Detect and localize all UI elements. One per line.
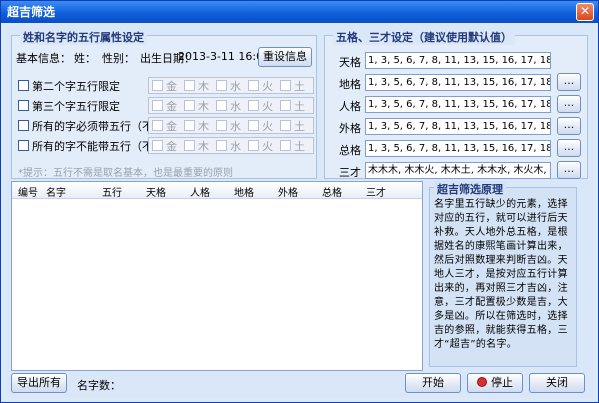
close-button[interactable]: 关闭	[529, 373, 585, 393]
wuge-more-button[interactable]: ...	[557, 73, 581, 91]
row-checkbox[interactable]	[18, 100, 29, 111]
element-checkbox[interactable]	[280, 140, 291, 151]
column-header[interactable]: 天格	[146, 184, 166, 199]
wuge-group-title: 五格、三才设定（建议使用默认值）	[333, 29, 515, 45]
wuge-row-label: 三才	[339, 166, 361, 179]
stop-icon	[477, 377, 487, 387]
row-label: 第二个字五行限定	[32, 80, 120, 93]
column-header[interactable]: 总格	[322, 184, 342, 199]
element-checkbox[interactable]	[184, 80, 195, 91]
element-checkbox[interactable]	[152, 120, 163, 131]
row-checkbox[interactable]	[18, 80, 29, 91]
element-label: 土	[294, 120, 305, 133]
wuge-value-input[interactable]: 木木木, 木木火, 木木土, 木木水, 木火木, 木火火, 木	[365, 162, 551, 179]
element-label: 土	[294, 80, 305, 93]
element-label: 水	[230, 140, 241, 153]
element-label: 金	[166, 120, 177, 133]
hint-text: *提示：五行不需是取名基本，也是最重要的原则	[18, 168, 233, 179]
column-header[interactable]: 编号	[18, 184, 38, 199]
element-checkbox[interactable]	[280, 80, 291, 91]
wuge-more-button[interactable]: ...	[557, 117, 581, 135]
element-checkbox[interactable]	[280, 100, 291, 111]
element-label: 金	[166, 140, 177, 153]
element-checkbox[interactable]	[248, 120, 259, 131]
wuge-row-label: 地格	[339, 78, 361, 91]
five-elements-group-title: 姓和名字的五行属性设定	[20, 29, 147, 45]
element-label: 火	[262, 100, 273, 113]
element-checkbox[interactable]	[216, 100, 227, 111]
results-table[interactable]: 编号 名字 五行 天格 人格 地格 外格 总格 三才	[11, 181, 423, 371]
element-checkbox[interactable]	[184, 100, 195, 111]
wuge-value-input[interactable]: 1, 3, 5, 6, 7, 8, 11, 13, 15, 16, 17, 18…	[365, 118, 551, 135]
wuge-value-input[interactable]: 1, 3, 5, 6, 7, 8, 11, 13, 15, 16, 17, 18…	[365, 96, 551, 113]
element-checkbox[interactable]	[216, 120, 227, 131]
column-header[interactable]: 三才	[366, 184, 386, 199]
results-table-header: 编号 名字 五行 天格 人格 地格 外格 总格 三才	[12, 182, 422, 199]
element-label: 水	[230, 100, 241, 113]
surname-label: 姓：	[74, 52, 96, 65]
element-label: 木	[198, 100, 209, 113]
basic-info-label: 基本信息：	[16, 52, 71, 65]
export-all-button[interactable]: 导出所有	[11, 373, 67, 393]
wuge-row-label: 人格	[339, 100, 361, 113]
gender-label: 性别：	[102, 52, 135, 65]
wuge-row-label: 总格	[339, 144, 361, 157]
element-checkbox[interactable]	[248, 80, 259, 91]
wuge-value-input[interactable]: 1, 3, 5, 6, 7, 8, 11, 13, 15, 16, 17, 18…	[365, 74, 551, 91]
column-header[interactable]: 外格	[278, 184, 298, 199]
element-checkbox[interactable]	[184, 140, 195, 151]
wuge-value-input[interactable]: 1, 3, 5, 6, 7, 8, 11, 13, 15, 16, 17, 18…	[365, 52, 551, 69]
row-checkbox[interactable]	[18, 140, 29, 151]
close-window-icon[interactable]: ✕	[576, 3, 594, 21]
start-button[interactable]: 开始	[405, 373, 461, 393]
element-checkbox[interactable]	[248, 100, 259, 111]
wuge-row-label: 天格	[339, 56, 361, 69]
element-checkbox[interactable]	[184, 120, 195, 131]
element-checkbox[interactable]	[248, 140, 259, 151]
wuge-more-button[interactable]: ...	[557, 139, 581, 157]
element-label: 土	[294, 100, 305, 113]
row-checkbox[interactable]	[18, 120, 29, 131]
element-checkbox[interactable]	[152, 100, 163, 111]
element-label: 木	[198, 120, 209, 133]
row-label: 第三个字五行限定	[32, 100, 120, 113]
client-area: 姓和名字的五行属性设定 基本信息： 姓： 性别： 出生日期： 2013-3-11…	[5, 25, 594, 398]
principle-title: 超吉筛选原理	[434, 181, 506, 197]
window-title: 超吉筛选	[7, 5, 56, 19]
element-label: 火	[262, 120, 273, 133]
reset-info-button[interactable]: 重设信息	[258, 47, 312, 67]
wuge-value-input[interactable]: 1, 3, 5, 6, 7, 8, 11, 13, 15, 16, 17, 18…	[365, 140, 551, 157]
app-window: 超吉筛选 ✕ 姓和名字的五行属性设定 基本信息： 姓： 性别： 出生日期： 20…	[0, 0, 599, 403]
wuge-more-button[interactable]: ...	[557, 95, 581, 113]
wuge-row-label: 外格	[339, 122, 361, 135]
element-label: 金	[166, 80, 177, 93]
principle-text: 名字里五行缺少的元素，选择对应的五行，就可以进行后天补救。天人地外总五格，是根据…	[434, 199, 568, 350]
column-header[interactable]: 人格	[190, 184, 210, 199]
principle-panel: 超吉筛选原理 名字里五行缺少的元素，选择对应的五行，就可以进行后天补救。天人地外…	[429, 181, 577, 367]
element-checkbox[interactable]	[152, 80, 163, 91]
name-count-label: 名字数：	[77, 379, 121, 392]
wuge-more-button[interactable]: ...	[557, 161, 581, 179]
element-label: 火	[262, 80, 273, 93]
stop-button[interactable]: 停止	[467, 373, 523, 393]
column-header[interactable]: 地格	[234, 184, 254, 199]
element-checkbox[interactable]	[152, 140, 163, 151]
element-label: 水	[230, 80, 241, 93]
element-label: 木	[198, 140, 209, 153]
five-elements-group: 姓和名字的五行属性设定 基本信息： 姓： 性别： 出生日期： 2013-3-11…	[11, 29, 317, 179]
column-header[interactable]: 名字	[46, 184, 66, 199]
title-bar: 超吉筛选 ✕	[1, 1, 598, 23]
column-header[interactable]: 五行	[102, 184, 122, 199]
element-label: 土	[294, 140, 305, 153]
element-checkbox[interactable]	[216, 80, 227, 91]
element-label: 木	[198, 80, 209, 93]
element-checkbox[interactable]	[216, 140, 227, 151]
element-label: 金	[166, 100, 177, 113]
stop-button-label: 停止	[491, 376, 513, 389]
element-checkbox[interactable]	[280, 120, 291, 131]
wuge-group: 五格、三才设定（建议使用默认值） 天格 1, 3, 5, 6, 7, 8, 11,…	[324, 29, 588, 179]
element-label: 火	[262, 140, 273, 153]
element-label: 水	[230, 120, 241, 133]
